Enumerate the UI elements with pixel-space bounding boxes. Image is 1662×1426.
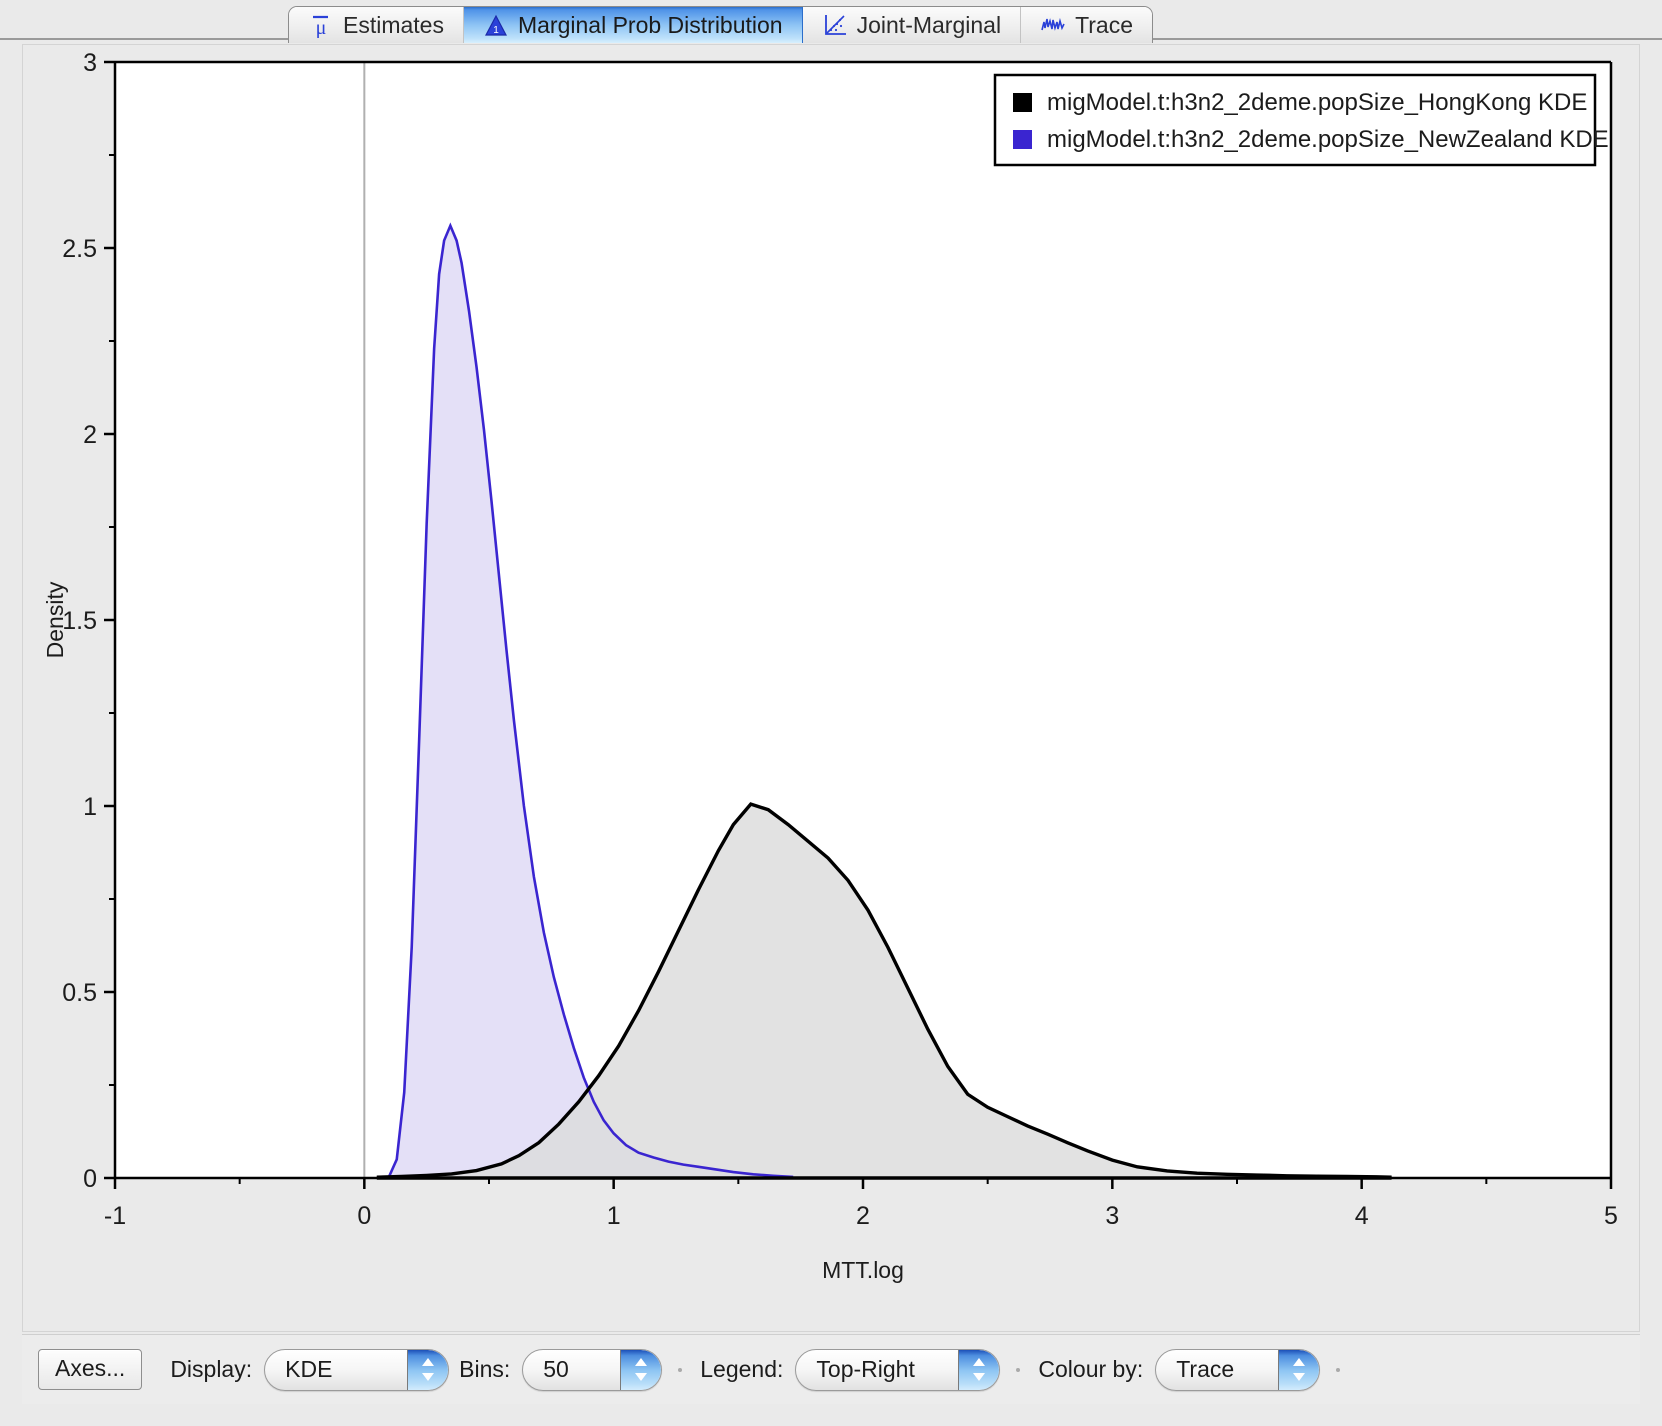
marginal-density-chart: 00.511.522.53-1 0 1 2 3 4 5MTT.logDensitymigMo… <box>23 45 1639 1331</box>
bins-select-value: 50 <box>543 1356 569 1382</box>
legend-label: Legend: <box>700 1356 784 1382</box>
bins-label: Bins: <box>459 1356 511 1382</box>
chevron-up-icon <box>973 1358 986 1366</box>
svg-text:1: 1 <box>493 25 499 36</box>
axes-button[interactable]: Axes... <box>38 1349 143 1390</box>
mu-bar-icon: μ <box>308 12 334 38</box>
x-tick-label: -1 <box>104 1202 126 1230</box>
scatter-plot-icon <box>822 12 848 38</box>
svg-text:μ: μ <box>316 17 327 38</box>
tracer-window: μ Estimates 1 Marginal Prob Distribution <box>0 0 1662 1426</box>
colour-by-label: Colour by: <box>1038 1356 1144 1382</box>
trace-line-icon <box>1040 12 1066 38</box>
y-tick-label: 0.5 <box>62 979 97 1007</box>
y-tick-label: 0 <box>83 1165 97 1193</box>
tab-trace[interactable]: Trace <box>1021 7 1153 43</box>
tab-estimates-label: Estimates <box>343 11 444 38</box>
x-tick-label: 0 <box>357 1202 371 1230</box>
y-axis-title: Density <box>42 581 68 658</box>
y-tick-label: 1 <box>83 793 97 821</box>
chart-toolbar: Axes... Display: KDE Bins: 50 Legend: To… <box>22 1334 1640 1404</box>
y-tick-label: 2.5 <box>62 235 97 263</box>
legend-swatch <box>1013 93 1032 112</box>
display-label: Display: <box>170 1356 253 1382</box>
chevron-down-icon <box>1293 1373 1306 1381</box>
legend-select-value: Top-Right <box>816 1356 915 1382</box>
display-select-value: KDE <box>285 1356 333 1382</box>
x-axis-title: MTT.log <box>822 1257 904 1283</box>
tab-joint-marginal-label: Joint-Marginal <box>856 11 1002 38</box>
x-tick-label: 5 <box>1604 1202 1618 1230</box>
x-tick-label: 1 <box>607 1202 621 1230</box>
toolbar-separator-dot <box>678 1367 683 1372</box>
colour-by-stepper[interactable] <box>1278 1349 1320 1390</box>
legend-select[interactable]: Top-Right <box>795 1348 1001 1391</box>
chevron-up-icon <box>1293 1358 1306 1366</box>
chevron-up-icon <box>635 1358 648 1366</box>
tab-estimates[interactable]: μ Estimates <box>289 7 464 43</box>
legend-label: migModel.t:h3n2_2deme.popSize_NewZealand… <box>1047 126 1609 153</box>
y-tick-label: 3 <box>83 49 97 77</box>
tab-marginal-prob-distribution[interactable]: 1 Marginal Prob Distribution <box>463 7 803 43</box>
plot-panel: 0 0.5 1 1.5 2 2.5 3 -1 0 1 2 3 4 5 MTT.log Density migMo… <box>22 44 1640 1332</box>
colour-by-select-value: Trace <box>1176 1356 1235 1382</box>
colour-by-select[interactable]: Trace <box>1155 1348 1321 1391</box>
tab-joint-marginal[interactable]: Joint-Marginal <box>802 7 1022 43</box>
chevron-down-icon <box>973 1373 986 1381</box>
chevron-up-icon <box>422 1358 435 1366</box>
legend-swatch <box>1013 130 1032 149</box>
display-stepper[interactable] <box>407 1349 449 1390</box>
chart-legend: migModel.t:h3n2_2deme.popSize_HongKong K… <box>993 73 1609 167</box>
toolbar-separator-dot-2 <box>1016 1367 1021 1372</box>
distribution-icon: 1 <box>483 12 509 38</box>
x-tick-label: 3 <box>1105 1202 1119 1230</box>
bins-stepper[interactable] <box>620 1349 662 1390</box>
tab-bar: μ Estimates 1 Marginal Prob Distribution <box>0 0 1662 44</box>
y-tick-label: 2 <box>83 421 97 449</box>
bins-select[interactable]: 50 <box>522 1348 663 1391</box>
tab-group: μ Estimates 1 Marginal Prob Distribution <box>288 6 1154 43</box>
legend-label: migModel.t:h3n2_2deme.popSize_HongKong K… <box>1047 89 1587 116</box>
chevron-down-icon <box>422 1373 435 1381</box>
x-tick-label: 4 <box>1355 1202 1369 1230</box>
tab-trace-label: Trace <box>1075 11 1134 38</box>
chevron-down-icon <box>635 1373 648 1381</box>
display-select[interactable]: KDE <box>264 1348 450 1391</box>
legend-stepper[interactable] <box>958 1349 1000 1390</box>
toolbar-separator-dot-3 <box>1336 1367 1341 1372</box>
x-tick-label: 2 <box>856 1202 870 1230</box>
tab-marginal-prob-distribution-label: Marginal Prob Distribution <box>517 11 783 38</box>
